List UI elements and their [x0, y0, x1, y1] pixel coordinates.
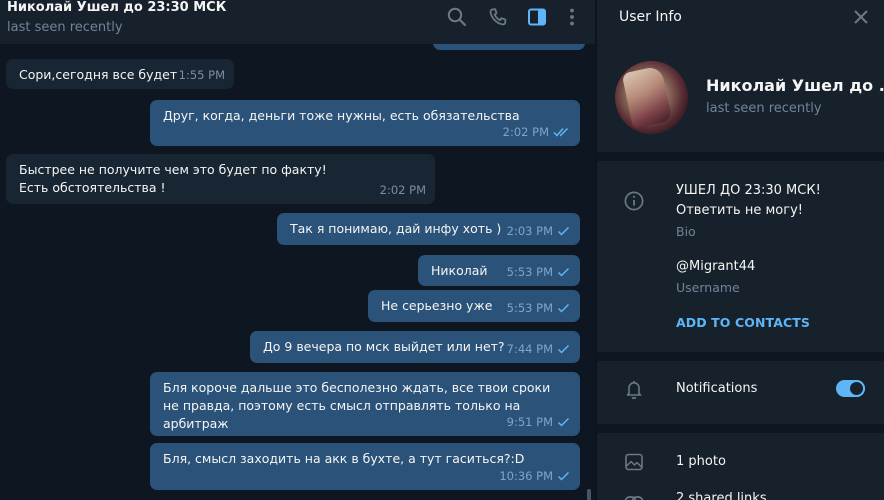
- check-icon: [557, 344, 570, 354]
- chat-title[interactable]: Николай Ушел до 23:30 МСК: [7, 0, 226, 15]
- bio-text-line1: УШЕЛ ДО 23:30 МСК!: [676, 183, 821, 198]
- link-icon: [623, 490, 645, 500]
- user-info-panel: User Info Николай Ушел до ... last seen …: [596, 0, 884, 500]
- message-in[interactable]: Быстрее не получите чем это будет по фак…: [6, 154, 435, 204]
- avatar[interactable]: [615, 61, 688, 134]
- message-text: Быстрее не получите чем это будет по фак…: [19, 162, 327, 195]
- message-time: 9:51 PM: [507, 413, 571, 431]
- close-icon[interactable]: [852, 8, 870, 26]
- message-time: 2:02 PM: [503, 123, 571, 141]
- chat-pane: Николай Ушел до 23:30 МСК last seen rece…: [0, 0, 595, 500]
- section-divider: [597, 352, 884, 361]
- panel-title: User Info: [619, 9, 682, 25]
- bell-icon: [623, 378, 645, 400]
- notifications-label: Notifications: [676, 381, 758, 396]
- username-label: Username: [676, 280, 740, 295]
- check-icon: [557, 226, 570, 236]
- message-time: 2:03 PM: [507, 222, 571, 240]
- message-out[interactable]: До 9 вечера по мск выйдет или нет? 7:44 …: [250, 331, 580, 363]
- username-value[interactable]: @Migrant44: [676, 257, 755, 277]
- chat-status: last seen recently: [7, 20, 123, 35]
- check-icon: [557, 267, 570, 277]
- add-to-contacts-button[interactable]: ADD TO CONTACTS: [676, 315, 810, 330]
- message-out[interactable]: Бля, смысл заходить на акк в бухте, а ту…: [150, 443, 580, 490]
- message-text: Бля короче дальше это бесполезно ждать, …: [163, 380, 551, 431]
- message-out[interactable]: Не серьезно уже 5:53 PM: [368, 290, 580, 322]
- chat-header: Николай Ушел до 23:30 МСК last seen rece…: [0, 0, 595, 44]
- profile-status: last seen recently: [706, 101, 822, 116]
- phone-icon[interactable]: [487, 6, 509, 28]
- message-time: 1:55 PM: [178, 68, 225, 82]
- search-icon[interactable]: [446, 6, 468, 28]
- info-icon: [623, 190, 645, 212]
- bio-text-line2: Ответить не могу!: [676, 203, 803, 218]
- message-time: 5:53 PM: [507, 299, 571, 317]
- message-list[interactable]: Сори,сегодня все будет 1:55 PM Друг, ког…: [0, 44, 588, 500]
- message-time: 7:44 PM: [507, 340, 571, 358]
- message-out[interactable]: Бля короче дальше это бесполезно ждать, …: [150, 372, 580, 436]
- message-in[interactable]: Сори,сегодня все будет 1:55 PM: [6, 59, 234, 89]
- section-divider: [597, 152, 884, 161]
- photos-count[interactable]: 1 photo: [676, 452, 726, 472]
- message-time: 10:36 PM: [499, 467, 571, 485]
- bio-label: Bio: [676, 224, 696, 239]
- section-divider: [597, 424, 884, 433]
- more-icon[interactable]: [561, 6, 583, 28]
- message-out[interactable]: Николай 5:53 PM: [418, 255, 580, 286]
- message-text: Бля, смысл заходить на акк в бухте, а ту…: [163, 451, 525, 466]
- check-icon: [557, 303, 570, 313]
- shared-links-count[interactable]: 2 shared links: [676, 489, 767, 500]
- message-time: 2:02 PM: [379, 183, 426, 197]
- scrollbar-thumb[interactable]: [587, 489, 591, 500]
- check-icon: [557, 417, 570, 427]
- photo-icon: [623, 451, 645, 473]
- check-icon: [557, 471, 570, 481]
- profile-name: Николай Ушел до ...: [706, 76, 884, 95]
- scrollbar[interactable]: [587, 44, 592, 500]
- double-check-icon: [553, 127, 569, 137]
- message-out[interactable]: Так я понимаю, дай инфу хоть ) 2:03 PM: [277, 213, 580, 245]
- message-out[interactable]: Друг, когда, деньги тоже нужны, есть обя…: [150, 100, 580, 146]
- sidebar-toggle-icon[interactable]: [526, 6, 548, 28]
- notifications-toggle[interactable]: [836, 380, 865, 397]
- message-time: 5:53 PM: [507, 263, 571, 281]
